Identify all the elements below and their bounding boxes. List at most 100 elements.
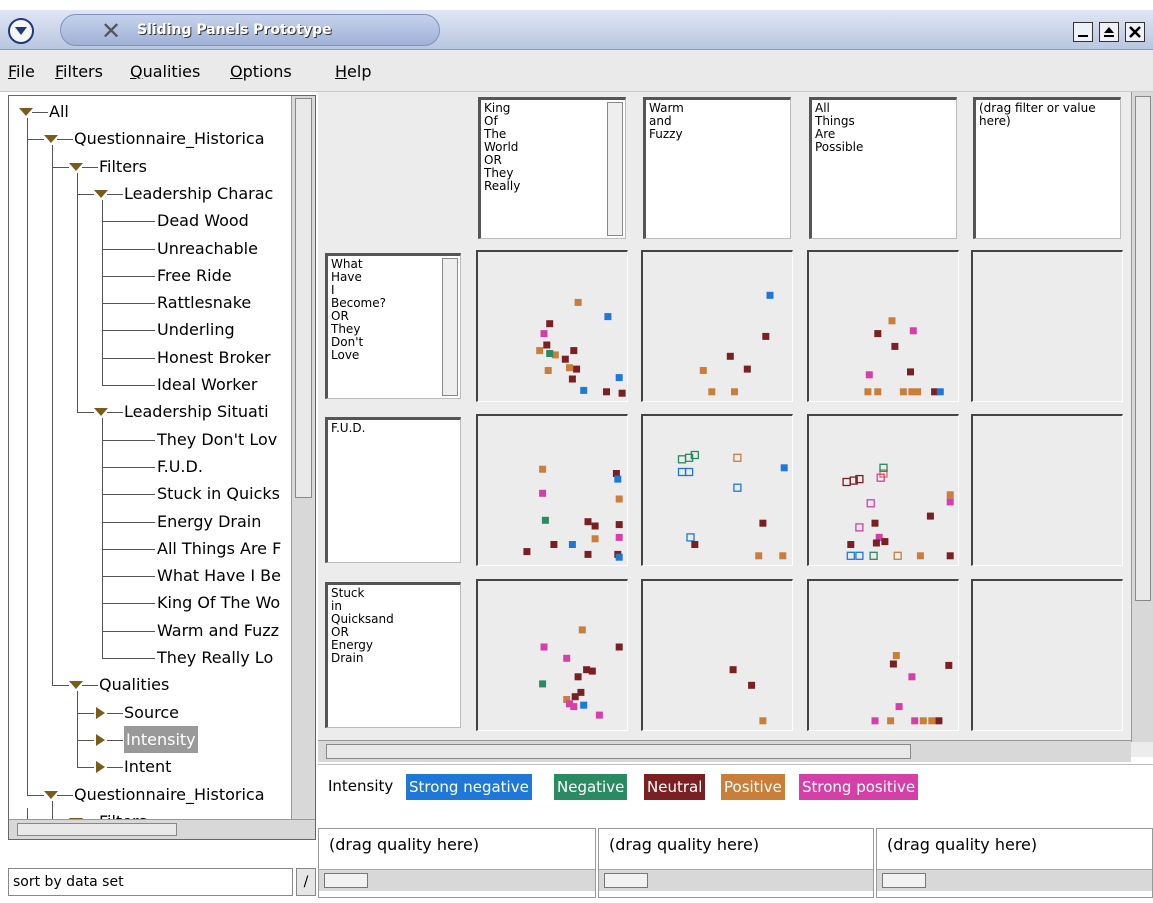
grid-hscroll-thumb[interactable] [326, 744, 911, 759]
menu-help[interactable]: Help [335, 62, 371, 81]
data-point[interactable] [591, 535, 599, 543]
data-point[interactable] [935, 717, 943, 725]
tree-item-underling[interactable]: Underling [157, 316, 235, 343]
data-point[interactable] [892, 652, 900, 659]
data-point[interactable] [591, 522, 599, 530]
data-point[interactable] [864, 388, 872, 396]
menu-options[interactable]: Options [230, 62, 292, 81]
tree-item-f-u-d[interactable]: F.U.D. [157, 453, 203, 480]
data-point[interactable] [780, 464, 788, 472]
window-menu-button[interactable] [8, 18, 34, 44]
slider-thumb[interactable] [882, 873, 926, 888]
data-point[interactable] [908, 673, 916, 681]
data-point[interactable] [561, 355, 569, 363]
data-point[interactable] [731, 388, 738, 396]
data-point[interactable] [544, 367, 552, 374]
legend-negative[interactable]: Negative [554, 774, 628, 800]
data-point[interactable] [729, 666, 737, 674]
data-point[interactable] [580, 701, 588, 709]
slider-thumb[interactable] [604, 873, 648, 888]
quality-drop-zone-3[interactable]: (drag quality here) [876, 828, 1153, 898]
data-point[interactable] [846, 551, 855, 560]
close-button[interactable] [1125, 22, 1145, 42]
data-point[interactable] [914, 388, 922, 396]
grid-vertical-scrollbar[interactable] [1131, 92, 1153, 742]
data-point[interactable] [540, 643, 548, 651]
data-point[interactable] [895, 703, 903, 711]
data-point[interactable] [580, 386, 588, 394]
tree-scroll-thumb[interactable] [295, 98, 312, 498]
column-filter-box[interactable]: Warm and Fuzzy [643, 97, 791, 239]
tree-item-intent[interactable]: Intent [124, 753, 171, 780]
data-point[interactable] [546, 350, 554, 357]
quality-slider-2[interactable] [599, 869, 873, 891]
data-point[interactable] [615, 533, 623, 541]
data-point[interactable] [855, 551, 864, 560]
data-point[interactable] [871, 519, 879, 527]
minimize-button[interactable] [1073, 22, 1093, 42]
sort-button[interactable]: / [296, 868, 316, 896]
tree-vertical-scrollbar[interactable] [291, 96, 315, 819]
column-filter-box[interactable]: (drag filter or value here) [973, 97, 1121, 239]
tree-item-filters[interactable]: Filters [99, 153, 147, 180]
data-point[interactable] [539, 680, 547, 688]
data-point[interactable] [946, 498, 954, 506]
data-point[interactable] [779, 552, 787, 560]
data-point[interactable] [615, 643, 623, 651]
data-point[interactable] [584, 518, 592, 526]
scatter-cell[interactable] [476, 414, 628, 566]
data-point[interactable] [684, 467, 694, 477]
data-point[interactable] [604, 313, 612, 321]
data-point[interactable] [762, 332, 770, 340]
legend-strong-positive[interactable]: Strong positive [799, 774, 919, 800]
legend-positive[interactable]: Positive [721, 774, 785, 800]
data-point[interactable] [574, 673, 582, 681]
data-point[interactable] [842, 477, 851, 487]
data-point[interactable] [946, 552, 954, 560]
data-point[interactable] [571, 693, 579, 701]
data-point[interactable] [887, 717, 895, 725]
tree-item-free-ride[interactable]: Free Ride [157, 262, 232, 289]
menu-qualities[interactable]: Qualities [130, 62, 200, 81]
data-point[interactable] [936, 388, 944, 396]
data-point[interactable] [928, 717, 936, 725]
data-point[interactable] [733, 483, 742, 492]
data-point[interactable] [847, 541, 855, 548]
tree-hscroll-thumb[interactable] [17, 823, 177, 836]
tree-item-energy-drain[interactable]: Energy Drain [157, 508, 261, 535]
data-point[interactable] [946, 491, 954, 499]
data-point[interactable] [566, 364, 573, 372]
data-point[interactable] [615, 521, 623, 529]
data-point[interactable] [866, 499, 875, 508]
grid-vscroll-thumb[interactable] [1135, 96, 1151, 601]
data-point[interactable] [865, 371, 873, 379]
collapse-triangle-icon[interactable] [94, 189, 108, 198]
data-point[interactable] [584, 550, 592, 558]
scatter-cell[interactable] [807, 414, 959, 566]
tree-item-dead-wood[interactable]: Dead Wood [157, 207, 249, 234]
tree-item-all[interactable]: All [49, 98, 69, 125]
data-point[interactable] [899, 388, 907, 396]
quality-slider-3[interactable] [877, 869, 1152, 891]
tree-item-rattlesnake[interactable]: Rattlesnake [157, 289, 251, 316]
data-point[interactable] [872, 539, 880, 547]
data-point[interactable] [563, 654, 571, 662]
column-filter-box[interactable]: All Things Are Possible [809, 97, 957, 239]
tree-item-questionnaire-historica[interactable]: Questionnaire_Historica [74, 125, 265, 152]
tree-item-source[interactable]: Source [124, 699, 179, 726]
collapse-triangle-icon[interactable] [44, 135, 58, 144]
data-point[interactable] [926, 512, 934, 520]
data-point[interactable] [588, 667, 596, 675]
tree-item-unreachable[interactable]: Unreachable [157, 235, 258, 262]
data-point[interactable] [614, 475, 622, 483]
menu-file[interactable]: File [8, 62, 35, 81]
data-point[interactable] [888, 317, 896, 325]
data-point[interactable] [911, 717, 919, 725]
data-point[interactable] [578, 626, 586, 634]
data-point[interactable] [759, 717, 767, 725]
tree-item-they-really-lo[interactable]: They Really Lo [157, 644, 273, 671]
data-point[interactable] [595, 711, 603, 719]
maximize-button[interactable] [1099, 22, 1119, 42]
data-point[interactable] [677, 467, 687, 477]
data-point[interactable] [708, 388, 716, 396]
